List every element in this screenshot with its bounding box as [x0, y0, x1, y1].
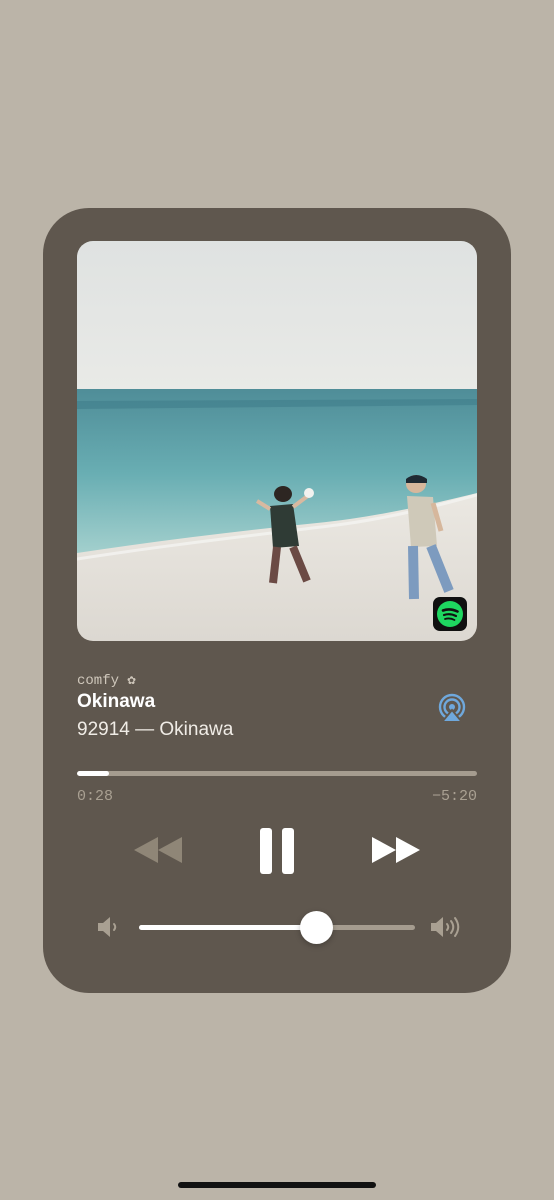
- volume-slider[interactable]: [139, 911, 415, 944]
- volume-min-button[interactable]: [96, 915, 122, 944]
- speaker-high-icon: [431, 917, 460, 937]
- volume-max-button[interactable]: [429, 915, 465, 944]
- pause-icon: [260, 828, 294, 874]
- fast-forward-button[interactable]: [370, 835, 422, 870]
- fast-forward-icon: [372, 837, 420, 863]
- home-indicator[interactable]: [178, 1182, 376, 1188]
- beach-photo: [77, 241, 477, 641]
- volume-fill: [139, 925, 316, 930]
- album-artwork[interactable]: [77, 241, 477, 641]
- speaker-low-icon: [98, 917, 117, 937]
- spotify-badge[interactable]: [433, 597, 467, 631]
- airplay-icon: [438, 693, 466, 723]
- spotify-icon: [437, 601, 463, 627]
- rewind-icon: [134, 837, 182, 863]
- rewind-button[interactable]: [132, 835, 184, 870]
- airplay-button[interactable]: [434, 691, 470, 727]
- elapsed-time: 0:28: [77, 788, 114, 805]
- remaining-time: −5:20: [431, 788, 477, 805]
- track-title[interactable]: Okinawa: [77, 691, 155, 713]
- volume-knob[interactable]: [299, 911, 333, 944]
- progress-fill: [77, 771, 109, 776]
- track-subtitle[interactable]: 92914 — Okinawa: [77, 719, 233, 741]
- progress-bar[interactable]: [77, 771, 477, 776]
- now-playing-card: comfy ✿ Okinawa 92914 — Okinawa 0:28 −5:…: [43, 208, 511, 993]
- pause-button[interactable]: [259, 827, 295, 880]
- source-label: comfy ✿: [77, 673, 136, 689]
